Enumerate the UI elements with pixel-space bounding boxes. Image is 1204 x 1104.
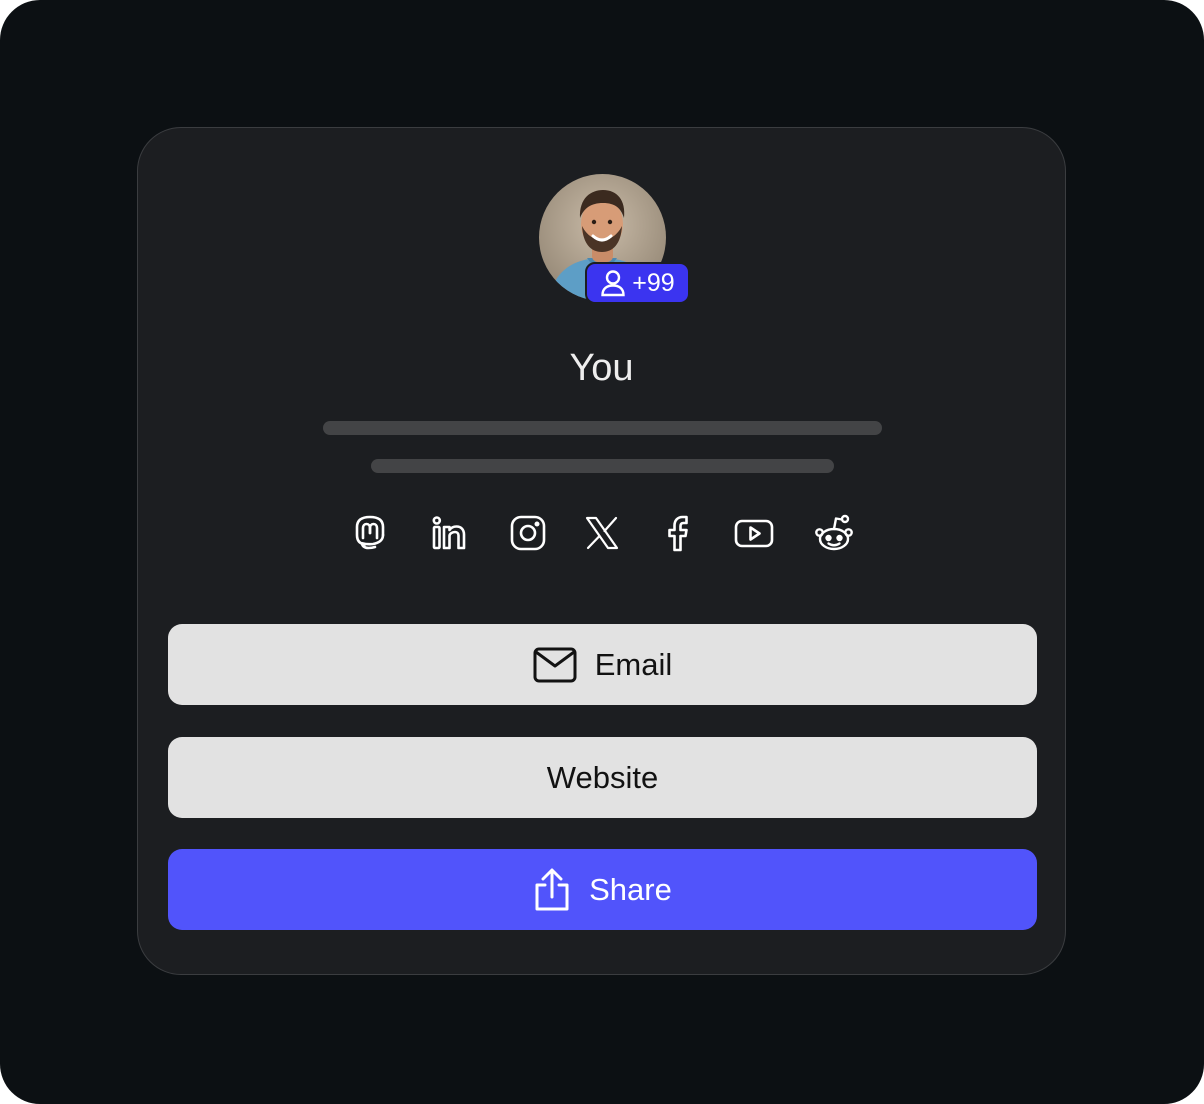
- x-icon: [585, 516, 619, 550]
- email-button[interactable]: Email: [168, 624, 1037, 705]
- placeholder-line: [323, 421, 882, 435]
- facebook-link[interactable]: [656, 511, 700, 555]
- avatar-container: +99: [539, 174, 690, 304]
- profile-name: You: [569, 347, 634, 389]
- share-button[interactable]: Share: [168, 849, 1037, 930]
- linkedin-link[interactable]: [427, 511, 471, 555]
- instagram-icon: [510, 515, 546, 551]
- email-button-label: Email: [594, 646, 673, 682]
- reddit-link[interactable]: [812, 511, 856, 555]
- x-link[interactable]: [580, 511, 624, 555]
- youtube-link[interactable]: [732, 511, 776, 555]
- user-icon: [601, 270, 625, 297]
- profile-card: +99 You Email Website Share: [137, 127, 1066, 975]
- mastodon-link[interactable]: [348, 511, 392, 555]
- reddit-icon: [815, 514, 853, 551]
- website-button[interactable]: Website: [168, 737, 1037, 818]
- linkedin-icon: [432, 516, 466, 550]
- facebook-icon: [668, 515, 688, 552]
- page-background: +99 You Email Website Share: [0, 0, 1204, 1104]
- followers-badge: +99: [585, 262, 690, 304]
- website-button-label: Website: [546, 759, 659, 795]
- mail-icon: [533, 647, 577, 682]
- social-links: [138, 511, 1065, 555]
- instagram-link[interactable]: [506, 511, 550, 555]
- mastodon-icon: [355, 515, 385, 550]
- youtube-icon: [734, 519, 774, 548]
- placeholder-line: [371, 459, 834, 473]
- share-icon: [535, 868, 569, 910]
- share-button-label: Share: [589, 871, 672, 907]
- followers-count: +99: [632, 268, 675, 297]
